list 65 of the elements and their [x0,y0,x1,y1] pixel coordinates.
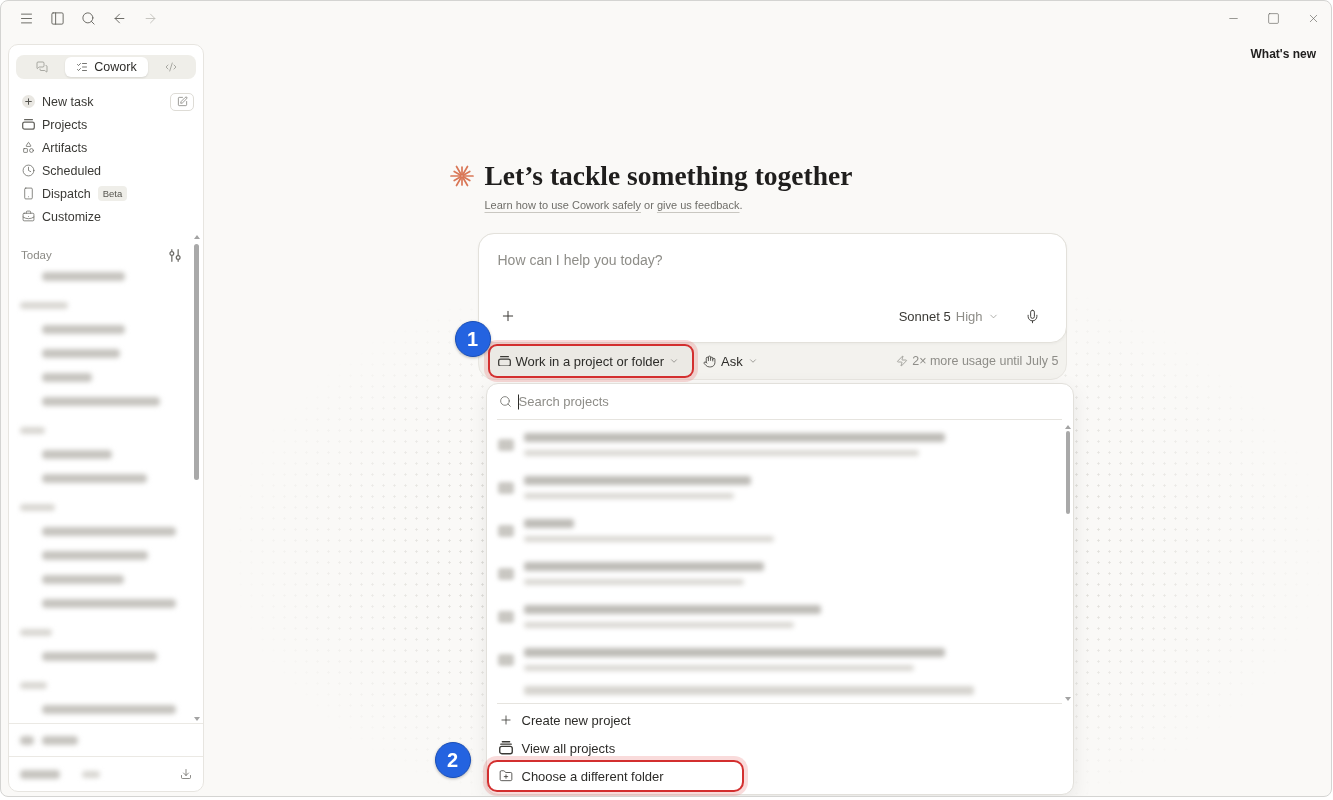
text-link[interactable]: Learn how to use Cowork safely [484,199,642,211]
caret-icon [747,356,758,366]
page-heading: Let’s tackle something together [484,160,853,192]
blurred-text [20,503,55,511]
briefcase-icon [22,210,35,223]
sidebar-item[interactable]: Projects [16,113,196,136]
search-icon[interactable] [81,10,96,26]
callout-badge: 1 [454,321,491,357]
menu-item[interactable]: Choose a different folder [488,762,742,790]
tray-icon [22,119,35,130]
menu-item[interactable]: View all projects [488,734,742,762]
sparkle-icon [449,164,474,188]
beta-badge: Beta [97,186,128,201]
blurred-text [42,372,92,382]
blurred-text [20,681,47,689]
microphone-icon[interactable] [1024,308,1040,324]
text-link[interactable]: give us feedback [656,199,740,211]
sliders-icon[interactable] [169,248,181,262]
blurred-text [42,449,112,459]
maximize-icon[interactable] [1267,11,1280,25]
blurred-text [20,426,45,434]
shapes-icon [22,141,35,154]
subtitle-text: Learn how to use Cowork safely or give us feedback. [484,198,743,212]
whats-new-link[interactable]: What's new [1250,47,1316,61]
ask-mode-button[interactable]: Ask [699,347,762,375]
blurred-text [42,735,78,745]
compose-button[interactable] [170,92,194,111]
checklist-icon [76,61,89,73]
download-icon[interactable] [180,768,192,780]
blurred-text [82,770,100,778]
sidebar-item[interactable]: Artifacts [16,136,196,159]
blurred-text [20,769,60,779]
chat-bubbles-icon [35,61,48,73]
sidebar-item[interactable]: Dispatch Beta [16,182,196,205]
sidebar-item[interactable]: Customize [16,205,196,228]
lightning-icon [896,355,909,367]
prompt-input[interactable]: How can I help you today? [497,250,1040,272]
code-icon [165,61,177,73]
sidebar-item[interactable]: New task [16,90,170,113]
mode-tab[interactable]: Cowork [65,57,148,77]
hand-icon [703,354,717,368]
blurred-icon [20,735,34,745]
caret-icon [669,356,680,366]
section-heading: Today [21,249,52,261]
back-arrow-icon[interactable] [112,10,127,26]
menu-item[interactable]: Create new project [488,706,742,734]
folder-plus-icon [498,769,513,783]
blurred-text [20,628,52,636]
usage-note: 2× more usage until July 5 [912,354,1059,368]
callout-badge: 2 [434,742,471,778]
plus-icon [22,95,35,108]
project-folder-button[interactable]: Work in a project or folder [489,346,693,376]
stack-icon [498,741,513,755]
blurred-text [20,301,68,309]
search-icon [498,395,512,408]
plus-icon [498,713,513,727]
sidebar-toggle-icon[interactable] [50,10,65,26]
pen-square-icon [176,96,188,107]
sidebar-item[interactable]: Scheduled [16,159,196,182]
phone-icon [22,187,35,200]
menu-icon[interactable] [19,10,34,26]
model-selector[interactable]: Sonnet 5 High [898,308,999,324]
clock-icon [22,164,35,177]
search-field[interactable]: Search projects [517,394,1061,409]
tray-icon [497,355,511,367]
